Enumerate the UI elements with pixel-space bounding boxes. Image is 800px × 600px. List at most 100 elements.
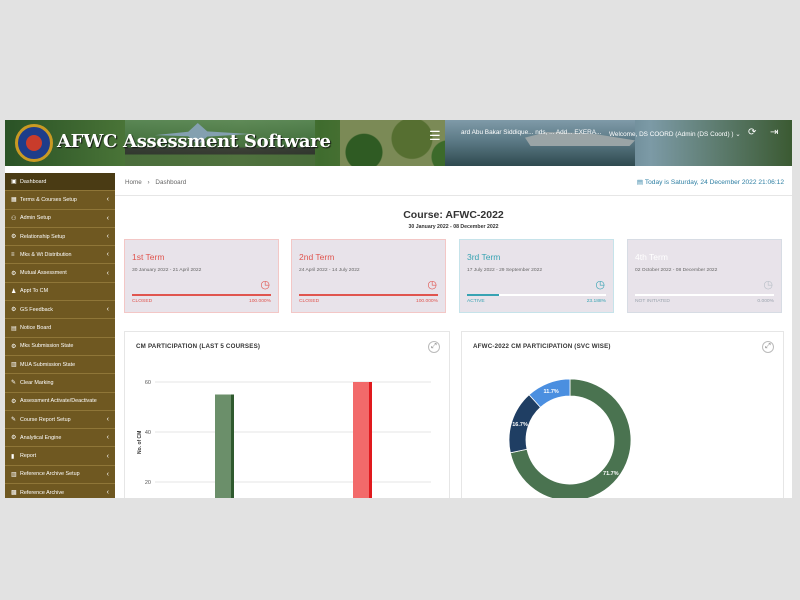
term-progress-track — [299, 294, 438, 296]
header-banner-soldiers — [340, 120, 460, 166]
term-dates: 30 January 2022 - 21 April 2022 — [132, 268, 202, 273]
term-progress-track — [635, 294, 774, 296]
term-progress-track — [467, 294, 606, 296]
term-percent: 100.000% — [248, 299, 271, 304]
clock-icon: ◷ — [427, 279, 437, 291]
header-gap — [5, 166, 792, 173]
gear-icon: ⚙ — [11, 435, 17, 442]
term-card[interactable]: 2nd Term 24 April 2022 - 14 July 2022 ◷ CLO… — [291, 239, 446, 313]
users-icon: ⚇ — [11, 215, 17, 222]
bar-edge — [231, 394, 234, 498]
top-header: AFWC Assessment Software ☰ ard Abu Bakar… — [5, 120, 792, 166]
sidebar-item[interactable]: ⚙ Mks Submission State — [5, 337, 115, 356]
sidebar-item[interactable]: ▤ Notice Board — [5, 319, 115, 338]
sidebar-item[interactable]: ▩ Reference Archive ‹ — [5, 484, 115, 498]
refresh-icon[interactable]: ⟳ — [748, 127, 756, 138]
sidebar-item-label: Clear Marking — [20, 379, 54, 386]
sidebar-item-label: Reference Archive — [20, 489, 65, 496]
term-progress-track — [132, 294, 271, 296]
chart-icon: ▮ — [11, 453, 15, 460]
breadcrumb-home[interactable]: Home — [125, 179, 142, 186]
calendar-icon: ▤ — [636, 179, 645, 186]
sidebar-item-label: Dashboard — [20, 178, 47, 185]
sidebar-item-label: Reference Archive Setup — [20, 471, 80, 478]
clipboard-icon: ▤ — [11, 325, 17, 332]
chevron-left-icon: ‹ — [106, 196, 109, 204]
sidebar-item[interactable]: ▣ Dashboard — [5, 173, 115, 192]
sidebar-item-label: Relationship Setup — [20, 233, 66, 240]
sidebar-item-label: Terms & Courses Setup — [20, 196, 77, 203]
term-name: 3rd Term — [467, 252, 501, 262]
sidebar-item[interactable]: ✎ Course Report Setup ‹ — [5, 410, 115, 430]
app-window: AFWC Assessment Software ☰ ard Abu Bakar… — [5, 120, 792, 498]
slice-label: 11.7% — [544, 389, 559, 395]
term-status: CLOSED — [299, 299, 320, 304]
gear-icon: ⚙ — [11, 234, 17, 241]
y-tick-label: 40 — [145, 430, 151, 436]
sidebar-item[interactable]: ▥ MUA Submission State — [5, 355, 115, 375]
gear-icon: ⚙ — [11, 307, 17, 314]
notice-marquee: ard Abu Bakar Siddique... nds, ... Add..… — [461, 129, 602, 136]
chevron-left-icon: ‹ — [106, 489, 109, 497]
term-percent: 100.000% — [415, 299, 438, 304]
person-icon: ♟ — [11, 288, 17, 295]
term-status: ACTIVE — [467, 299, 485, 304]
gear-icon: ⚙ — [11, 398, 17, 405]
logout-icon[interactable]: ⇥ — [770, 127, 778, 138]
table-icon: ▥ — [11, 471, 17, 478]
archive-icon: ▩ — [11, 490, 17, 497]
clock-icon: ◷ — [763, 279, 773, 291]
chevron-left-icon: ‹ — [106, 214, 109, 222]
term-progress-fill — [299, 294, 438, 296]
sidebar-item-label: Course Report Setup — [20, 416, 71, 423]
slice-label: 16.7% — [512, 422, 528, 428]
sidebar-item-label: Analytical Engine — [20, 434, 62, 441]
main-content: Home › Dashboard ▤ Today is Saturday, 24… — [115, 173, 792, 498]
sidebar-item[interactable]: ▥ Reference Archive Setup ‹ — [5, 465, 115, 485]
sidebar-item[interactable]: ▦ Terms & Courses Setup ‹ — [5, 191, 115, 210]
sidebar-item[interactable]: ⚙ Analytical Engine ‹ — [5, 429, 115, 448]
sidebar-item-label: Notice Board — [20, 325, 52, 332]
divider — [115, 195, 792, 196]
term-status: CLOSED — [132, 299, 153, 304]
term-progress-fill — [467, 294, 500, 296]
chevron-left-icon: ‹ — [106, 269, 109, 277]
sidebar-item-label: GS Feedback — [20, 306, 53, 313]
sidebar-item[interactable]: ▮ Report ‹ — [5, 447, 115, 466]
clock-icon: ◷ — [260, 279, 270, 291]
brand-title: AFWC Assessment Software — [57, 131, 331, 152]
sidebar: ▣ Dashboard ▦ Terms & Courses Setup ‹ ⚇ Admin … — [5, 173, 115, 498]
sidebar-item[interactable]: ✎ Clear Marking — [5, 374, 115, 393]
sidebar-item-label: Appt To CM — [20, 288, 49, 295]
sidebar-item[interactable]: ♟ Appt To CM — [5, 282, 115, 302]
chevron-left-icon: ‹ — [106, 233, 109, 241]
sidebar-item[interactable]: ⚙ Relationship Setup ‹ — [5, 227, 115, 247]
course-dates: 30 January 2022 - 08 December 2022 — [408, 224, 499, 230]
term-status: NOT INITIATED — [635, 299, 670, 304]
chevron-left-icon: ‹ — [106, 452, 109, 460]
participation-bar-chart: 20 40 60 No. of CM — [137, 380, 431, 498]
sidebar-item[interactable]: ⚇ Admin Setup ‹ — [5, 209, 115, 228]
term-dates: 24 April 2022 - 14 July 2022 — [299, 268, 360, 273]
y-axis-label: No. of CM — [137, 431, 143, 454]
sidebar-item[interactable]: ⚙ Mutual Assessment ‹ — [5, 264, 115, 283]
bar-edge — [369, 382, 372, 498]
sidebar-item[interactable]: ⚙ GS Feedback ‹ — [5, 301, 115, 320]
user-menu[interactable]: Welcome, DS COORD (Admin (DS Coord) ) ⌄ — [609, 130, 741, 138]
sidebar-item-label: Admin Setup — [20, 215, 51, 222]
term-card[interactable]: 1st Term 30 January 2022 - 21 April 2022 ◷… — [124, 239, 279, 313]
sidebar-item-label: Mks Submission State — [20, 343, 74, 350]
sidebar-item-label: Assessment Activate/Deactivate — [20, 398, 97, 405]
slice-label: 71.7% — [603, 471, 619, 477]
term-dates: 02 October 2022 - 08 December 2022 — [635, 268, 718, 273]
sidebar-item[interactable]: ≡ Mks & Wt Distribution ‹ — [5, 246, 115, 265]
chevron-left-icon: ‹ — [106, 434, 109, 442]
sidebar-item[interactable]: ⚙ Assessment Activate/Deactivate — [5, 392, 115, 411]
term-card[interactable]: 3rd Term 17 July 2022 - 29 September 2022… — [459, 239, 614, 313]
y-tick-label: 60 — [145, 380, 151, 386]
term-card[interactable]: 4th Term 02 October 2022 - 08 December 20… — [627, 239, 782, 313]
table-icon: ▥ — [11, 362, 17, 369]
term-name: 1st Term — [132, 252, 165, 262]
participation-panel: CM PARTICIPATION (LAST 5 COURSES) ⤢ 20 40… — [124, 331, 450, 498]
menu-toggle-icon[interactable]: ☰ — [429, 128, 441, 144]
